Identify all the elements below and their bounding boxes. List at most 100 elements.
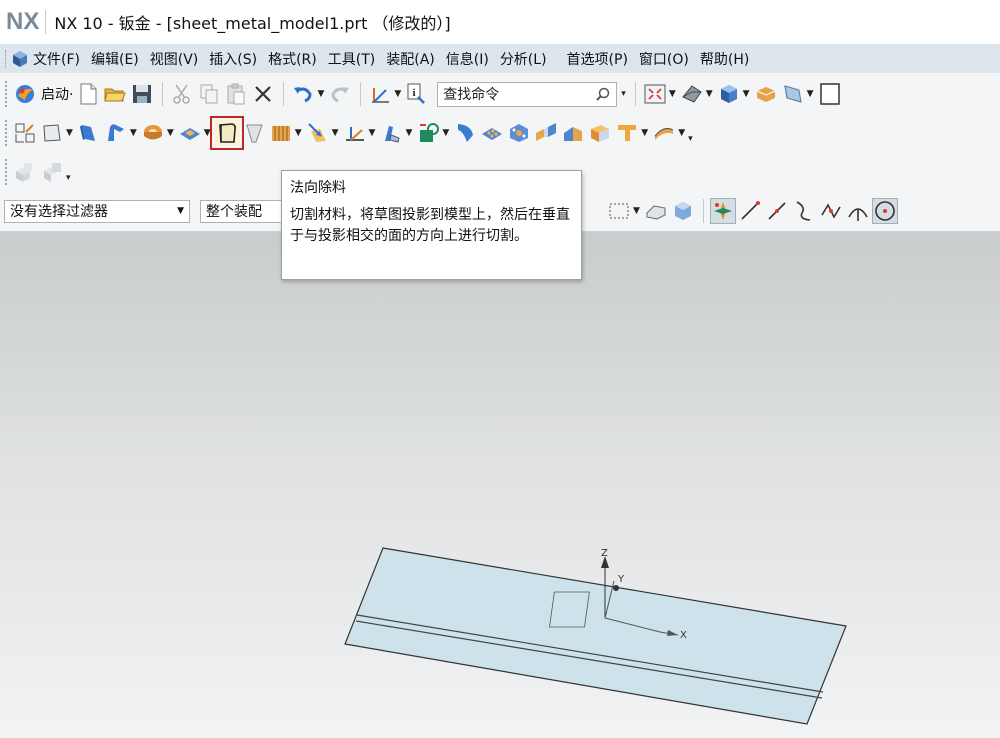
- fit-view-button[interactable]: [642, 81, 668, 107]
- menu-analysis[interactable]: 分析(L): [500, 49, 547, 69]
- menu-assemblies[interactable]: 装配(A): [386, 49, 435, 69]
- cut-button[interactable]: [169, 81, 195, 107]
- contour-flange-button[interactable]: [103, 120, 129, 146]
- shaded-view-button[interactable]: [679, 81, 705, 107]
- redo-button[interactable]: [327, 81, 353, 107]
- y-axis-label: Y: [617, 574, 625, 585]
- menu-preferences[interactable]: 首选项(P): [567, 49, 628, 69]
- contour-dropdown-arrow[interactable]: ▼: [130, 128, 137, 138]
- snap-point-enable-button[interactable]: [709, 198, 736, 224]
- snap-quadrant-button[interactable]: [871, 198, 898, 224]
- rebend-button[interactable]: [415, 120, 441, 146]
- select-bodies-button[interactable]: [670, 198, 696, 224]
- toolbar-grip[interactable]: [5, 81, 9, 107]
- joggle-button[interactable]: [614, 120, 640, 146]
- hole-pattern-button[interactable]: [479, 120, 505, 146]
- joggle-dropdown-arrow[interactable]: ▼: [641, 128, 648, 138]
- solid-punch-button[interactable]: [241, 120, 267, 146]
- menu-help[interactable]: 帮助(H): [700, 49, 749, 69]
- new-button[interactable]: [75, 81, 101, 107]
- sketch-button[interactable]: [12, 120, 38, 146]
- fit-dropdown-arrow[interactable]: ▼: [669, 89, 676, 99]
- assembly-dropdown-arrow[interactable]: ▾: [66, 173, 71, 183]
- title-divider: [45, 10, 47, 34]
- command-finder-input[interactable]: 查找命令: [437, 81, 618, 107]
- start-label[interactable]: 启动·: [41, 84, 73, 104]
- model-canvas[interactable]: Z Y X: [0, 232, 1000, 738]
- info-button[interactable]: i: [404, 81, 430, 107]
- shaded-dropdown-arrow[interactable]: ▼: [706, 89, 713, 99]
- menu-grip[interactable]: [5, 49, 8, 68]
- copy-button[interactable]: [196, 81, 222, 107]
- clip-dropdown-arrow[interactable]: ▼: [807, 89, 814, 99]
- flat-pattern-button[interactable]: [342, 120, 368, 146]
- tab-button[interactable]: [39, 120, 65, 146]
- bend-dropdown-arrow[interactable]: ▼: [167, 128, 174, 138]
- menu-file[interactable]: 文件(F): [33, 49, 80, 69]
- menu-view[interactable]: 视图(V): [150, 49, 199, 69]
- corner-dropdown-arrow[interactable]: ▼: [332, 128, 339, 138]
- snap-intersection-button[interactable]: [818, 198, 844, 224]
- menu-edit[interactable]: 编辑(E): [91, 49, 139, 69]
- sheet-metal-plate[interactable]: [344, 547, 847, 725]
- menu-window[interactable]: 窗口(O): [639, 49, 689, 69]
- three-bend-corner-button[interactable]: [587, 120, 613, 146]
- emboss-dropdown-arrow[interactable]: ▼: [204, 128, 211, 138]
- toolbar-grip[interactable]: [5, 120, 9, 146]
- menu-insert[interactable]: 插入(S): [209, 49, 257, 69]
- flat-dropdown-arrow[interactable]: ▼: [369, 128, 376, 138]
- delete-button[interactable]: [250, 81, 276, 107]
- toolbar-grip[interactable]: [5, 159, 9, 185]
- undo-button[interactable]: [290, 81, 316, 107]
- panel-toggle-button[interactable]: [817, 81, 843, 107]
- flange-button[interactable]: [76, 120, 102, 146]
- open-button[interactable]: [102, 81, 128, 107]
- emboss-button[interactable]: [177, 120, 203, 146]
- convert-button[interactable]: [452, 120, 478, 146]
- select-features-button[interactable]: [643, 198, 669, 224]
- menu-tools[interactable]: 工具(T): [328, 49, 375, 69]
- type-filter-select[interactable]: 没有选择过滤器 ▼: [4, 199, 190, 223]
- unbend-button[interactable]: [378, 120, 404, 146]
- snap-endpoint-button[interactable]: [737, 198, 763, 224]
- paste-button[interactable]: [223, 81, 249, 107]
- bridge-button[interactable]: [533, 120, 559, 146]
- menu-information[interactable]: 信息(I): [446, 49, 489, 69]
- corner-button[interactable]: [305, 120, 331, 146]
- rectangle-select-button[interactable]: [606, 198, 632, 224]
- assembly-constraint-button[interactable]: [39, 159, 65, 185]
- save-button[interactable]: [129, 81, 155, 107]
- assembly-add-button[interactable]: [12, 159, 38, 185]
- gusset-button[interactable]: [506, 120, 532, 146]
- unbend-dropdown-arrow[interactable]: ▼: [405, 128, 412, 138]
- select-dropdown-arrow[interactable]: ▼: [633, 206, 640, 216]
- commands-menu-icon[interactable]: [11, 50, 29, 68]
- rebend-dropdown-arrow[interactable]: ▼: [442, 128, 449, 138]
- bead-button[interactable]: [651, 120, 677, 146]
- tooltip-title: 法向除料: [290, 180, 346, 196]
- closed-corner-button[interactable]: [560, 120, 586, 146]
- start-button[interactable]: [12, 81, 38, 107]
- measure-dropdown-arrow[interactable]: ▼: [394, 89, 401, 99]
- snap-arc-center-button[interactable]: [845, 198, 871, 224]
- search-icon[interactable]: [595, 86, 611, 102]
- snap-midpoint-button[interactable]: [764, 198, 790, 224]
- clip-view-button[interactable]: [780, 81, 806, 107]
- bend-button[interactable]: [140, 120, 166, 146]
- louver-dropdown-arrow[interactable]: ▼: [295, 128, 302, 138]
- tab-dropdown-arrow[interactable]: ▼: [66, 128, 73, 138]
- measure-button[interactable]: [367, 81, 393, 107]
- graphics-window[interactable]: Z Y X: [0, 232, 1000, 738]
- undo-dropdown-arrow[interactable]: ▼: [317, 89, 324, 99]
- standard-toolbar: 启动· ▼ ▼ i 查找命令 ▾ ▼ ▼ ▼ ▼: [0, 75, 1000, 113]
- orient-view-button[interactable]: [716, 81, 742, 107]
- snap-control-point-button[interactable]: [791, 198, 817, 224]
- section-view-button[interactable]: [753, 81, 779, 107]
- normal-cutout-button[interactable]: [209, 116, 244, 150]
- toolbar-overflow-arrow[interactable]: ▾: [688, 134, 693, 144]
- bead-dropdown-arrow[interactable]: ▼: [678, 128, 685, 138]
- finder-dropdown-arrow[interactable]: ▾: [621, 89, 626, 99]
- orient-dropdown-arrow[interactable]: ▼: [743, 89, 750, 99]
- menu-format[interactable]: 格式(R): [268, 49, 317, 69]
- louver-button[interactable]: [268, 120, 294, 146]
